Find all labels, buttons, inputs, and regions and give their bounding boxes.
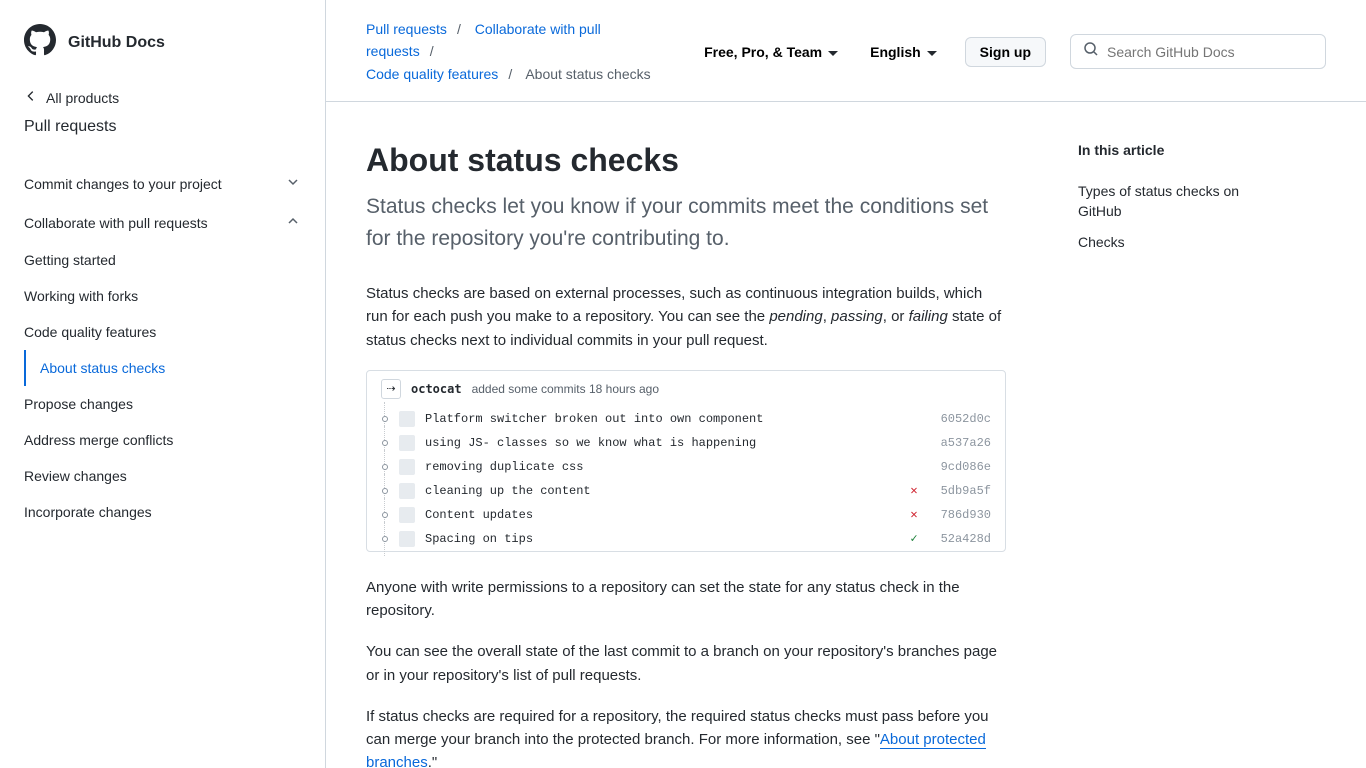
toc-title: In this article <box>1078 142 1274 158</box>
commit-author: octocat <box>411 382 462 396</box>
sidebar-item-merge-conflicts[interactable]: Address merge conflicts <box>24 422 301 458</box>
timeline-dot-icon <box>381 508 389 522</box>
commit-row: Content updates ✕ 786d930 <box>367 503 1005 527</box>
commit-meta: added some commits 18 hours ago <box>472 382 659 396</box>
timeline-dot-icon <box>381 412 389 426</box>
github-logo-icon <box>24 24 56 61</box>
commit-message: Platform switcher broken out into own co… <box>425 412 897 426</box>
commit-message: using JS- classes so we know what is hap… <box>425 436 897 450</box>
timeline-dot-icon <box>381 532 389 546</box>
avatar-icon <box>399 483 415 499</box>
all-products-link[interactable]: All products <box>24 89 301 106</box>
main: Pull requests/ Collaborate with pull req… <box>326 0 1366 768</box>
avatar-icon <box>399 459 415 475</box>
sidebar-item-label: Commit changes to your project <box>24 176 222 192</box>
timeline-dot-icon <box>381 484 389 498</box>
sidebar-item-getting-started[interactable]: Getting started <box>24 242 301 278</box>
paragraph-required-checks: If status checks are required for a repo… <box>366 705 1006 768</box>
site-logo-row[interactable]: GitHub Docs <box>24 24 301 61</box>
status-icon: ✓ <box>907 531 921 546</box>
commit-row: cleaning up the content ✕ 5db9a5f <box>367 479 1005 503</box>
avatar-icon <box>399 435 415 451</box>
language-label: English <box>870 44 921 60</box>
sidebar-item-collaborate[interactable]: Collaborate with pull requests <box>24 203 301 242</box>
signup-button[interactable]: Sign up <box>965 37 1046 67</box>
commit-row: removing duplicate css 9cd086e <box>367 455 1005 479</box>
avatar-icon <box>399 531 415 547</box>
search-box[interactable] <box>1070 34 1326 69</box>
plan-dropdown[interactable]: Free, Pro, & Team <box>700 38 842 66</box>
commit-row: using JS- classes so we know what is hap… <box>367 431 1005 455</box>
sidebar-item-about-status-checks[interactable]: About status checks <box>24 350 301 386</box>
section-title[interactable]: Pull requests <box>24 118 301 136</box>
article: About status checks Status checks let yo… <box>326 102 1046 768</box>
status-icon: ✕ <box>907 483 921 498</box>
chevron-down-icon <box>285 174 301 193</box>
repo-push-icon: ⇢ <box>381 379 401 399</box>
avatar-icon <box>399 507 415 523</box>
commit-sha: a537a26 <box>931 436 991 450</box>
sidebar-item-label: Collaborate with pull requests <box>24 215 208 231</box>
paragraph-permissions: Anyone with write permissions to a repos… <box>366 576 1006 623</box>
timeline-dot-icon <box>381 436 389 450</box>
topbar: Pull requests/ Collaborate with pull req… <box>326 0 1366 102</box>
intro-paragraph: Status checks are based on external proc… <box>366 282 1006 352</box>
sidebar-item-working-forks[interactable]: Working with forks <box>24 278 301 314</box>
paragraph-overall-state: You can see the overall state of the las… <box>366 640 1006 687</box>
toc-item-types[interactable]: Types of status checks on GitHub <box>1078 176 1274 227</box>
commit-message: removing duplicate css <box>425 460 897 474</box>
breadcrumb-pull-requests[interactable]: Pull requests <box>366 21 447 37</box>
commit-sha: 786d930 <box>931 508 991 522</box>
commit-sha: 5db9a5f <box>931 484 991 498</box>
breadcrumb-code-quality[interactable]: Code quality features <box>366 66 498 82</box>
commit-message: cleaning up the content <box>425 484 897 498</box>
breadcrumb: Pull requests/ Collaborate with pull req… <box>366 18 676 85</box>
sidebar-item-propose-changes[interactable]: Propose changes <box>24 386 301 422</box>
chevron-up-icon <box>285 213 301 232</box>
arrow-left-icon <box>24 89 38 106</box>
language-dropdown[interactable]: English <box>866 38 941 66</box>
page-title: About status checks <box>366 142 1006 179</box>
sidebar-item-review-changes[interactable]: Review changes <box>24 458 301 494</box>
status-icon: ✕ <box>907 507 921 522</box>
commit-row: Spacing on tips ✓ 52a428d <box>367 527 1005 551</box>
commit-sha: 9cd086e <box>931 460 991 474</box>
plan-label: Free, Pro, & Team <box>704 44 822 60</box>
commit-sha: 52a428d <box>931 532 991 546</box>
commit-sha: 6052d0c <box>931 412 991 426</box>
sidebar-item-commit-changes[interactable]: Commit changes to your project <box>24 164 301 203</box>
commit-list-figure: ⇢ octocat added some commits 18 hours ag… <box>366 370 1006 552</box>
caret-down-icon <box>927 44 937 60</box>
breadcrumb-current: About status checks <box>525 66 650 82</box>
search-input[interactable] <box>1107 44 1313 60</box>
timeline-dot-icon <box>381 460 389 474</box>
avatar-icon <box>399 411 415 427</box>
commit-header: ⇢ octocat added some commits 18 hours ag… <box>367 371 1005 407</box>
toc-item-checks[interactable]: Checks <box>1078 227 1274 259</box>
page-subtitle: Status checks let you know if your commi… <box>366 191 1006 254</box>
commit-message: Content updates <box>425 508 897 522</box>
sidebar: GitHub Docs All products Pull requests C… <box>0 0 326 768</box>
table-of-contents: In this article Types of status checks o… <box>1046 102 1306 768</box>
caret-down-icon <box>828 44 838 60</box>
all-products-label: All products <box>46 90 119 106</box>
site-title: GitHub Docs <box>68 34 165 52</box>
sidebar-item-incorporate-changes[interactable]: Incorporate changes <box>24 494 301 530</box>
sidebar-item-code-quality[interactable]: Code quality features <box>24 314 301 350</box>
commit-message: Spacing on tips <box>425 532 897 546</box>
commit-row: Platform switcher broken out into own co… <box>367 407 1005 431</box>
search-icon <box>1083 41 1099 62</box>
